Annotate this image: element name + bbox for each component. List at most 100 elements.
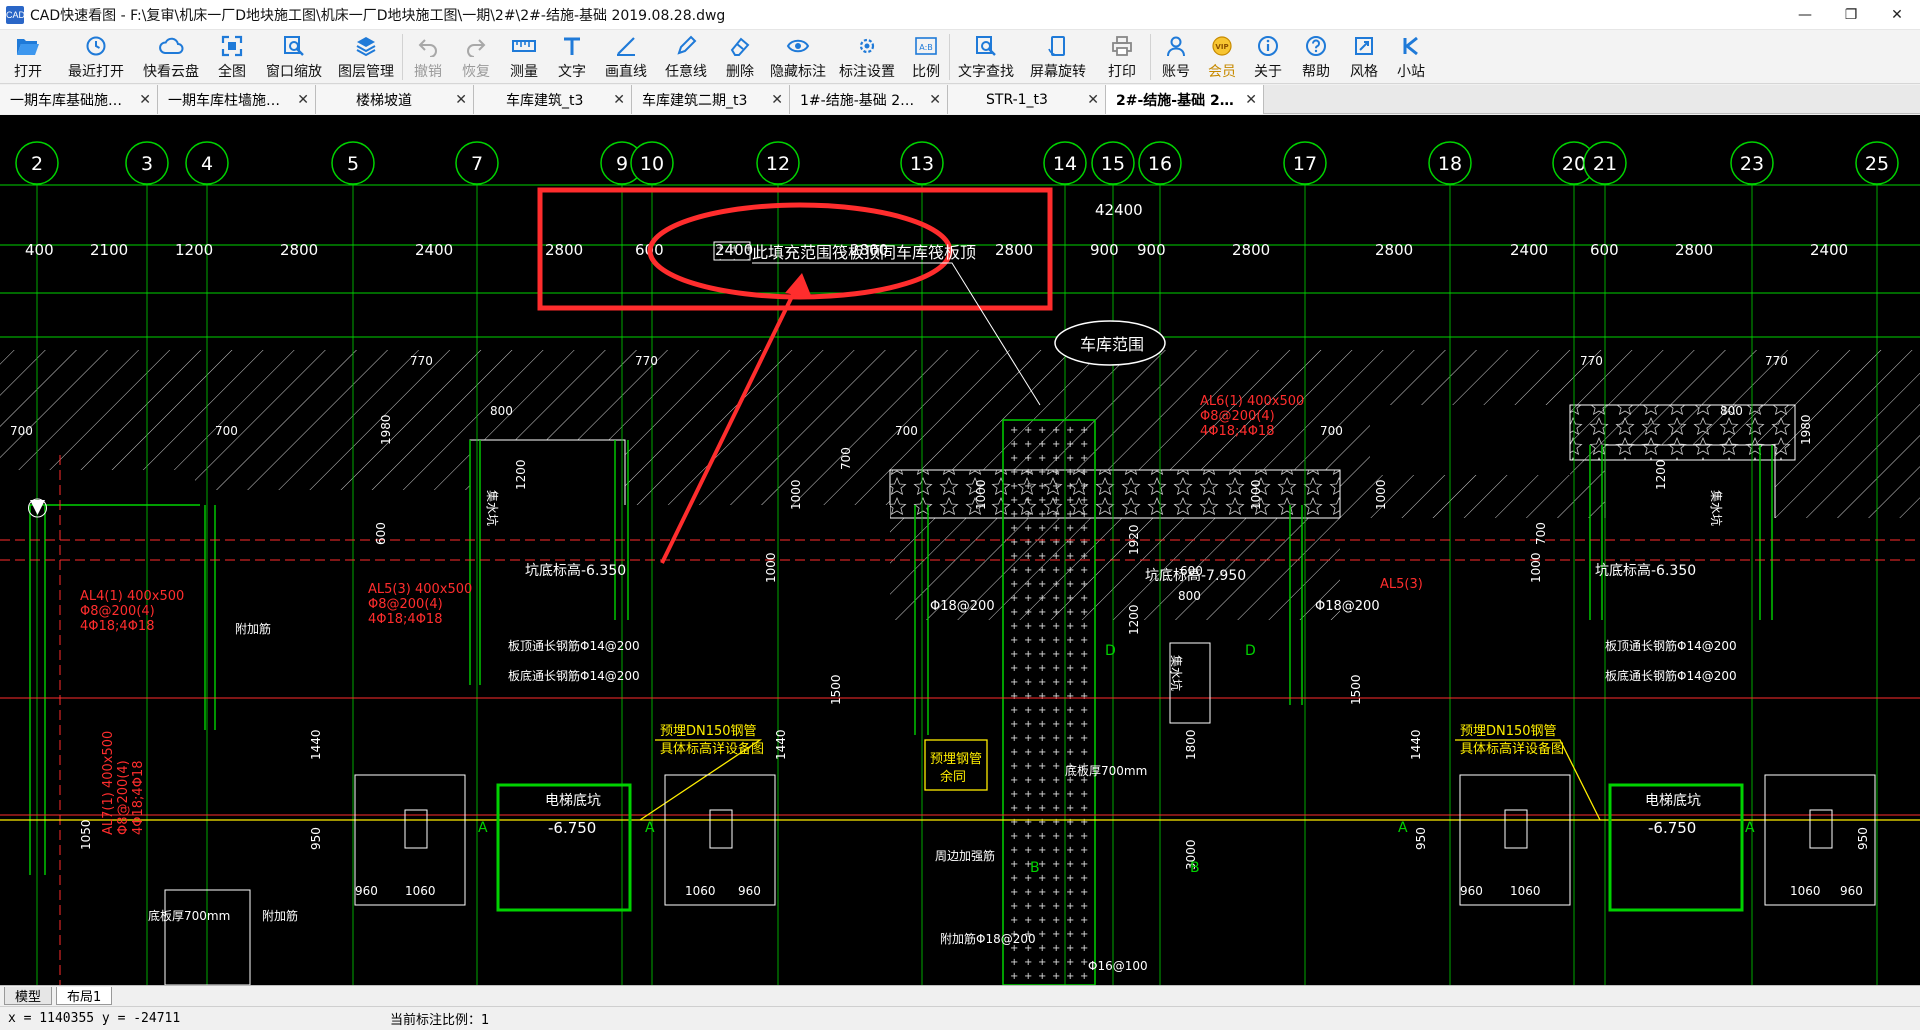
- draw-line-button[interactable]: 画直线: [595, 30, 657, 84]
- window-title: CAD快速看图 - F:\复审\机床一厂D地块施工图\机床一厂D地块施工图\一期…: [30, 7, 726, 24]
- drawing-canvas[interactable]: + 234579101213141: [0, 115, 1920, 985]
- beam-al5-short-label: AL5(3): [1380, 577, 1423, 592]
- axis-letter: D: [1245, 643, 1256, 659]
- layout-tab-bar: 模型 布局1: [0, 985, 1920, 1005]
- minimize-button[interactable]: —: [1782, 0, 1828, 30]
- tab-close-icon[interactable]: ✕: [771, 92, 783, 108]
- local-dimension: 700: [1534, 522, 1548, 545]
- redo-arrow-icon: [467, 39, 486, 57]
- fullscreen-icon: [221, 35, 243, 57]
- doc-tab[interactable]: 1#-结施-基础 2… ✕: [790, 85, 948, 114]
- about-label: 关于: [1254, 64, 1282, 80]
- scale-ratio-icon: A:B: [915, 37, 937, 55]
- axis-bubble-label: 3: [141, 153, 153, 175]
- beam-al4-label: AL4(1) 400x500: [80, 589, 184, 604]
- arrowhead-icon: [785, 273, 812, 298]
- text-search-label: 文字查找: [958, 64, 1014, 80]
- vip-label: 会员: [1208, 64, 1236, 80]
- beam-al4-rebar: 4Φ18;4Φ18: [80, 619, 154, 634]
- open-button[interactable]: 打开: [0, 30, 56, 84]
- local-dimension: 950: [1414, 827, 1428, 850]
- cloud-disk-button[interactable]: 快看云盘: [136, 30, 206, 84]
- doc-tab-label: 一期车库柱墙施…: [168, 92, 280, 109]
- axis-bubble-label: 12: [766, 153, 790, 175]
- doc-tab[interactable]: 一期车库基础施… ✕: [0, 85, 158, 114]
- doc-tab[interactable]: STR-1_t3 ✕: [948, 85, 1106, 114]
- recent-label: 最近打开: [68, 64, 124, 80]
- hide-annotation-button[interactable]: 隐藏标注: [765, 30, 831, 84]
- dimension-label: 600: [1590, 241, 1619, 259]
- local-dimension: 960: [355, 884, 378, 898]
- pit-rebar-note: 周边加强筋: [935, 848, 995, 863]
- tab-close-icon[interactable]: ✕: [1245, 92, 1257, 108]
- rotate-icon: [1048, 36, 1065, 56]
- recent-button[interactable]: 最近打开: [56, 30, 136, 84]
- local-dimension: 700: [839, 447, 853, 470]
- local-dimension: 600: [374, 522, 388, 545]
- local-dimension: 600: [1180, 564, 1203, 578]
- print-button[interactable]: 打印: [1094, 30, 1150, 84]
- tab-close-icon[interactable]: ✕: [929, 92, 941, 108]
- maximize-button[interactable]: ❐: [1828, 0, 1874, 30]
- tab-close-icon[interactable]: ✕: [455, 92, 467, 108]
- central-column-fill: [1002, 419, 1096, 985]
- mini-site-button[interactable]: 小站: [1389, 30, 1433, 84]
- delete-button[interactable]: 删除: [715, 30, 765, 84]
- style-label: 风格: [1350, 64, 1378, 80]
- tab-close-icon[interactable]: ✕: [613, 92, 625, 108]
- vip-crown-icon: VIP: [1212, 36, 1232, 56]
- undo-button[interactable]: 撤销: [403, 30, 453, 84]
- window-zoom-button[interactable]: 窗口缩放: [258, 30, 330, 84]
- title-bar: CAD CAD快速看图 - F:\复审\机床一厂D地块施工图\机床一厂D地块施工…: [0, 0, 1920, 30]
- rebar-top-right: 板顶通长钢筋Φ14@200: [1605, 638, 1737, 653]
- about-button[interactable]: 关于: [1243, 30, 1293, 84]
- style-button[interactable]: 风格: [1339, 30, 1389, 84]
- local-dimension: 1000: [789, 479, 803, 510]
- tab-layout1[interactable]: 布局1: [56, 987, 113, 1005]
- pipe-note-mid-2: 余同: [940, 769, 966, 785]
- rebar-bottom-right: 板底通长钢筋Φ14@200: [1605, 668, 1737, 683]
- doc-tab-label: 车库建筑二期_t3: [642, 92, 748, 109]
- measure-button[interactable]: 测量: [499, 30, 549, 84]
- text-search-icon: [976, 36, 996, 56]
- elevator-pit-left-level: -6.750: [548, 819, 596, 837]
- cad-drawing[interactable]: + 234579101213141: [0, 115, 1920, 985]
- svg-text:VIP: VIP: [1215, 43, 1228, 51]
- slab-thickness-left: 底板厚700mm: [148, 908, 230, 923]
- help-button[interactable]: 帮助: [1293, 30, 1339, 84]
- doc-tab-active[interactable]: 2#-结施-基础 2… ✕: [1106, 85, 1264, 114]
- tab-close-icon[interactable]: ✕: [1087, 92, 1099, 108]
- document-tab-bar: 一期车库基础施… ✕ 一期车库柱墙施… ✕ 楼梯坡道 ✕ 车库建筑_t3 ✕ 车库建筑二…: [0, 85, 1920, 114]
- layer-manage-button[interactable]: 图层管理: [330, 30, 402, 84]
- dimension-label: 2400: [415, 241, 453, 259]
- local-dimension: 1200: [1654, 459, 1668, 490]
- screen-rotate-button[interactable]: 屏幕旋转: [1022, 30, 1094, 84]
- redo-button[interactable]: 恢复: [453, 30, 499, 84]
- text-tool-button[interactable]: 文字: [549, 30, 595, 84]
- doc-tab-label: 2#-结施-基础 2…: [1116, 92, 1234, 109]
- tab-close-icon[interactable]: ✕: [139, 92, 151, 108]
- scale-button[interactable]: A:B 比例: [903, 30, 949, 84]
- freehand-line-button[interactable]: 任意线: [657, 30, 715, 84]
- vip-button[interactable]: VIP 会员: [1201, 30, 1243, 84]
- scale-label: 比例: [912, 64, 940, 80]
- tab-close-icon[interactable]: ✕: [297, 92, 309, 108]
- axis-bubble-label: 4: [201, 153, 213, 175]
- local-dimension: 700: [895, 424, 918, 438]
- beam-al6-stirrup: Φ8@200(4): [1200, 409, 1275, 424]
- doc-tab-label: STR-1_t3: [986, 91, 1048, 108]
- close-button[interactable]: ✕: [1874, 0, 1920, 30]
- local-dimension: 1500: [829, 674, 843, 705]
- full-view-button[interactable]: 全图: [206, 30, 258, 84]
- doc-tab[interactable]: 车库建筑_t3 ✕: [474, 85, 632, 114]
- tab-model[interactable]: 模型: [4, 987, 53, 1005]
- local-dimension: 1060: [405, 884, 436, 898]
- account-button[interactable]: 账号: [1151, 30, 1201, 84]
- text-search-button[interactable]: 文字查找: [950, 30, 1022, 84]
- doc-tab[interactable]: 车库建筑二期_t3 ✕: [632, 85, 790, 114]
- local-dimension: 700: [215, 424, 238, 438]
- doc-tab[interactable]: 楼梯坡道 ✕: [316, 85, 474, 114]
- local-dimension: 770: [1765, 354, 1788, 368]
- doc-tab[interactable]: 一期车库柱墙施… ✕: [158, 85, 316, 114]
- annotation-settings-button[interactable]: 标注设置: [831, 30, 903, 84]
